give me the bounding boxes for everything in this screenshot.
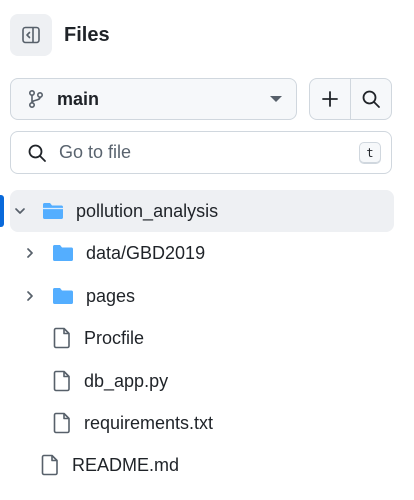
tree-item-label: requirements.txt <box>84 412 214 433</box>
plus-icon <box>322 91 338 107</box>
search-icon <box>28 144 46 162</box>
tree-item-pages[interactable]: pages <box>22 275 394 317</box>
git-branch-icon <box>28 89 44 109</box>
search-placeholder: Go to file <box>59 142 132 162</box>
branch-selector-button[interactable]: main <box>10 78 297 120</box>
tree-item-pollution-analysis[interactable]: pollution_analysis <box>10 190 394 232</box>
file-icon <box>53 370 70 392</box>
tree-actions <box>309 78 392 120</box>
file-icon <box>53 327 70 349</box>
go-to-file-input[interactable]: Go to file t <box>10 131 392 174</box>
sidebar-toggle-button[interactable] <box>10 14 52 56</box>
search-files-button[interactable] <box>350 79 391 119</box>
tree-item-readme-md[interactable]: README.md <box>40 444 394 486</box>
tree-item-label: data/GBD2019 <box>86 242 206 263</box>
chevron-right-icon[interactable] <box>22 247 38 259</box>
sidebar-collapse-icon <box>22 26 40 44</box>
tree-item-label: db_app.py <box>84 370 169 391</box>
panel-header: Files <box>10 14 110 56</box>
chevron-right-icon[interactable] <box>22 290 38 302</box>
tree-item-label: Procfile <box>84 327 145 348</box>
tree-item-label: pages <box>86 285 136 306</box>
keyboard-shortcut-hint: t <box>359 141 381 164</box>
search-icon <box>362 90 380 108</box>
active-item-indicator <box>0 195 4 227</box>
file-icon <box>53 412 70 434</box>
file-icon <box>41 454 58 476</box>
folder-icon <box>53 245 73 261</box>
folder-open-icon <box>43 203 63 219</box>
tree-item-requirements-txt[interactable]: requirements.txt <box>52 402 394 444</box>
tree-item-label: README.md <box>72 454 180 475</box>
tree-item-db-app-py[interactable]: db_app.py <box>52 360 394 402</box>
add-file-button[interactable] <box>310 79 350 119</box>
folder-icon <box>53 288 73 304</box>
chevron-down-icon[interactable] <box>12 205 28 217</box>
tree-item-data-gbd2019[interactable]: data/GBD2019 <box>22 232 394 274</box>
file-tree-panel: Files main Go to file t pollution_analys… <box>0 0 414 500</box>
tree-item-procfile[interactable]: Procfile <box>52 317 394 359</box>
panel-title: Files <box>64 23 110 46</box>
branch-name: main <box>57 88 100 109</box>
tree-item-label: pollution_analysis <box>76 200 219 221</box>
chevron-down-icon <box>270 96 282 102</box>
